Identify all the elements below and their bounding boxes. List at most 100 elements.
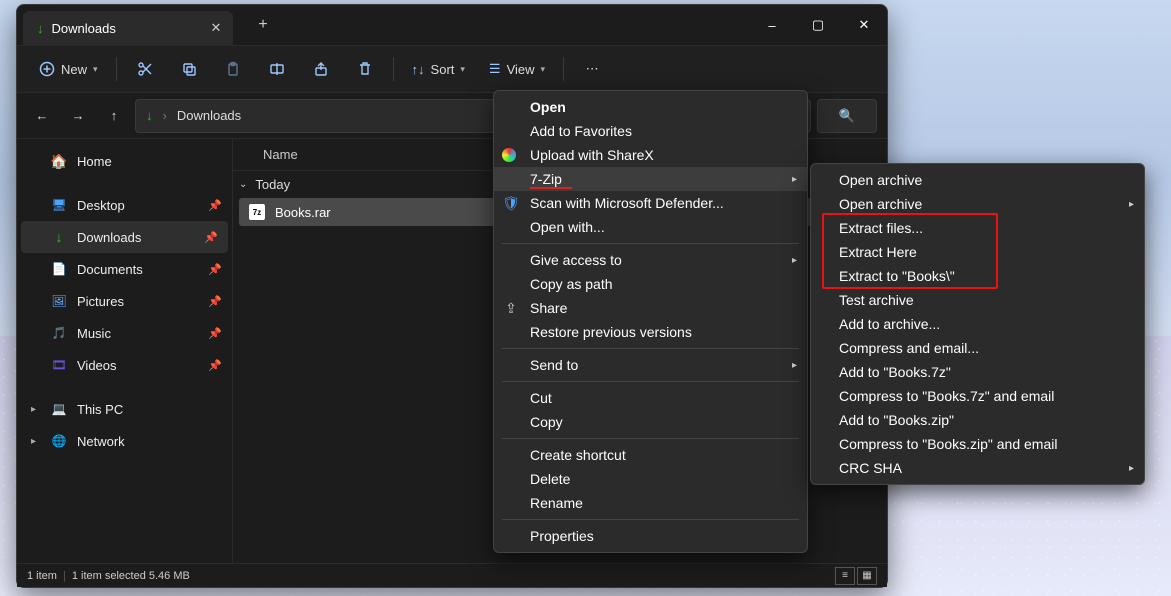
sub-extract-files[interactable]: Extract files... (811, 216, 1144, 240)
sidebar-item-thispc[interactable]: ▸This PC (17, 393, 232, 425)
sub-add-zip[interactable]: Add to "Books.zip" (811, 408, 1144, 432)
view-button[interactable]: ☰ View ▾ (479, 52, 555, 86)
sort-button[interactable]: ↑↓ Sort ▾ (402, 52, 475, 86)
share-icon: ⇪ (502, 299, 520, 317)
video-icon (51, 357, 67, 373)
pc-icon (51, 401, 67, 417)
up-button[interactable]: ↑ (99, 101, 129, 131)
separator (502, 243, 799, 244)
sub-test-archive[interactable]: Test archive (811, 288, 1144, 312)
back-button[interactable]: ← (27, 101, 57, 131)
search-box[interactable]: 🔍 (817, 99, 877, 133)
home-icon (51, 153, 67, 169)
ctx-copy-path[interactable]: Copy as path (494, 272, 807, 296)
ellipsis-icon: ⋯ (586, 61, 599, 77)
sub-compress-7z-email[interactable]: Compress to "Books.7z" and email (811, 384, 1144, 408)
sidebar-label: Desktop (77, 198, 125, 213)
new-tab-button[interactable]: + (251, 13, 275, 37)
sub-add-7z[interactable]: Add to "Books.7z" (811, 360, 1144, 384)
sidebar-label: Downloads (77, 230, 141, 245)
separator (116, 57, 117, 81)
chevron-right-icon: ▸ (792, 174, 797, 185)
separator (502, 519, 799, 520)
separator: | (63, 570, 66, 582)
sidebar-item-music[interactable]: Music📌 (17, 317, 232, 349)
status-bar: 1 item | 1 item selected 5.46 MB ≡ ▦ (17, 563, 887, 587)
sub-compress-email[interactable]: Compress and email... (811, 336, 1144, 360)
tab-close-button[interactable]: ✕ (207, 19, 225, 37)
chevron-right-icon: ▸ (31, 404, 41, 415)
ctx-open[interactable]: Open (494, 95, 807, 119)
chevron-down-icon: ▾ (93, 64, 98, 75)
sidebar-item-videos[interactable]: Videos📌 (17, 349, 232, 381)
maximize-button[interactable]: ▢ (795, 9, 841, 41)
tiles-view-button[interactable]: ▦ (857, 567, 877, 585)
ctx-shortcut[interactable]: Create shortcut (494, 443, 807, 467)
cut-button[interactable] (125, 52, 165, 86)
ctx-defender[interactable]: 🛡Scan with Microsoft Defender... (494, 191, 807, 215)
chevron-down-icon: ▾ (460, 64, 465, 75)
sub-add-archive[interactable]: Add to archive... (811, 312, 1144, 336)
ctx-delete[interactable]: Delete (494, 467, 807, 491)
rename-button[interactable] (257, 52, 297, 86)
ctx-upload-sharex[interactable]: Upload with ShareX (494, 143, 807, 167)
sub-compress-zip-email[interactable]: Compress to "Books.zip" and email (811, 432, 1144, 456)
pin-icon: 📌 (208, 199, 222, 212)
ctx-add-favorites[interactable]: Add to Favorites (494, 119, 807, 143)
ctx-give-access[interactable]: Give access to▸ (494, 248, 807, 272)
sidebar-item-desktop[interactable]: Desktop 📌 (17, 189, 232, 221)
sidebar-item-pictures[interactable]: Pictures📌 (17, 285, 232, 317)
sub-open-archive-more[interactable]: Open archive▸ (811, 192, 1144, 216)
list-icon: ☰ (489, 61, 501, 77)
minimize-button[interactable]: – (749, 9, 795, 41)
sidebar-label: Pictures (77, 294, 124, 309)
sidebar-item-documents[interactable]: Documents📌 (17, 253, 232, 285)
pin-icon: 📌 (208, 327, 222, 340)
context-menu: Open Add to Favorites Upload with ShareX… (493, 90, 808, 553)
sort-label: Sort (431, 62, 455, 77)
ctx-rename[interactable]: Rename (494, 491, 807, 515)
separator (563, 57, 564, 81)
ctx-cut[interactable]: Cut (494, 386, 807, 410)
ctx-properties[interactable]: Properties (494, 524, 807, 548)
window-controls: – ▢ ✕ (749, 9, 887, 41)
more-button[interactable]: ⋯ (572, 52, 612, 86)
document-icon (51, 261, 67, 277)
search-icon: 🔍 (839, 108, 855, 124)
ctx-7zip[interactable]: 7-Zip▸ (494, 167, 807, 191)
ctx-copy[interactable]: Copy (494, 410, 807, 434)
picture-icon (51, 293, 67, 309)
share-button[interactable] (301, 52, 341, 86)
file-name: Books.rar (275, 205, 331, 220)
sidebar-item-home[interactable]: Home (17, 145, 232, 177)
details-view-button[interactable]: ≡ (835, 567, 855, 585)
titlebar: Downloads ✕ + – ▢ ✕ (17, 5, 887, 45)
sidebar-item-network[interactable]: ▸Network (17, 425, 232, 457)
ctx-restore[interactable]: Restore previous versions (494, 320, 807, 344)
plus-circle-icon (39, 61, 55, 77)
ctx-open-with[interactable]: Open with... (494, 215, 807, 239)
sub-open-archive[interactable]: Open archive (811, 168, 1144, 192)
new-button[interactable]: New ▾ (29, 52, 108, 86)
path-separator-icon: › (163, 108, 167, 123)
forward-button[interactable]: → (63, 101, 93, 131)
chevron-down-icon: ▾ (541, 64, 546, 75)
chevron-down-icon: ⌄ (239, 179, 247, 190)
context-submenu-7zip: Open archive Open archive▸ Extract files… (810, 163, 1145, 485)
separator (502, 438, 799, 439)
ctx-send-to[interactable]: Send to▸ (494, 353, 807, 377)
separator (502, 381, 799, 382)
copy-button[interactable] (169, 52, 209, 86)
sub-extract-here[interactable]: Extract Here (811, 240, 1144, 264)
chevron-right-icon: ▸ (792, 255, 797, 266)
sidebar-item-downloads[interactable]: Downloads📌 (21, 221, 228, 253)
tab-downloads[interactable]: Downloads ✕ (23, 11, 233, 45)
ctx-share[interactable]: ⇪Share (494, 296, 807, 320)
sub-extract-to[interactable]: Extract to "Books\" (811, 264, 1144, 288)
close-window-button[interactable]: ✕ (841, 9, 887, 41)
sub-crc-sha[interactable]: CRC SHA▸ (811, 456, 1144, 480)
network-icon (51, 433, 67, 449)
toolbar: New ▾ ↑↓ Sort ▾ ☰ View ▾ ⋯ (17, 45, 887, 93)
paste-button[interactable] (213, 52, 253, 86)
delete-button[interactable] (345, 52, 385, 86)
